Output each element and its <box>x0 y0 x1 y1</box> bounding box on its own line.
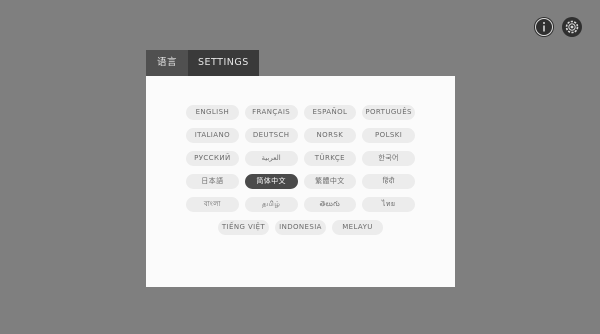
language-option-simplified-chinese[interactable]: 简体中文 <box>244 174 298 189</box>
tab-bar: 语言 SETTINGS <box>146 50 259 76</box>
language-option-arabic[interactable]: العربية <box>244 151 298 166</box>
language-row: 日本語 简体中文 繁體中文 हिंदी <box>186 174 415 189</box>
language-option-tamil[interactable]: தமிழ் <box>244 197 298 212</box>
top-right-controls <box>534 17 582 37</box>
language-option-turkish[interactable]: TÜRKÇE <box>303 151 357 166</box>
language-option-russian[interactable]: РУССКИЙ <box>186 151 239 166</box>
language-row: ENGLISH FRANÇAIS ESPAÑOL PORTUGUÊS <box>186 105 415 120</box>
language-option-malay[interactable]: MELAYU <box>332 220 383 235</box>
language-option-portuguese[interactable]: PORTUGUÊS <box>362 105 415 120</box>
language-option-korean[interactable]: 한국어 <box>362 151 415 166</box>
language-option-italian[interactable]: ITALIANO <box>186 128 239 143</box>
language-panel: ENGLISH FRANÇAIS ESPAÑOL PORTUGUÊS ITALI… <box>146 76 455 287</box>
language-option-bengali[interactable]: বাংলা <box>186 197 239 212</box>
language-grid: ENGLISH FRANÇAIS ESPAÑOL PORTUGUÊS ITALI… <box>186 105 415 243</box>
language-row: РУССКИЙ العربية TÜRKÇE 한국어 <box>186 151 415 166</box>
language-row: TIẾNG VIỆT INDONESIA MELAYU <box>186 220 415 235</box>
language-option-japanese[interactable]: 日本語 <box>186 174 239 189</box>
language-option-hindi[interactable]: हिंदी <box>362 174 415 189</box>
language-option-telugu[interactable]: తెలుగు <box>303 197 357 212</box>
language-option-indonesian[interactable]: INDONESIA <box>275 220 326 235</box>
language-row: বাংলা தமிழ் తెలుగు ไทย <box>186 197 415 212</box>
tab-settings[interactable]: SETTINGS <box>188 50 259 76</box>
language-option-english[interactable]: ENGLISH <box>186 105 239 120</box>
language-option-traditional-chinese[interactable]: 繁體中文 <box>303 174 357 189</box>
language-option-german[interactable]: DEUTSCH <box>244 128 298 143</box>
gear-icon <box>562 17 582 37</box>
settings-button[interactable] <box>562 17 582 37</box>
language-option-vietnamese[interactable]: TIẾNG VIỆT <box>218 220 269 235</box>
info-icon <box>534 17 554 37</box>
tab-language[interactable]: 语言 <box>146 50 188 76</box>
info-button[interactable] <box>534 17 554 37</box>
language-option-spanish[interactable]: ESPAÑOL <box>303 105 357 120</box>
language-row: ITALIANO DEUTSCH NORSK POLSKI <box>186 128 415 143</box>
language-option-thai[interactable]: ไทย <box>362 197 415 212</box>
language-option-french[interactable]: FRANÇAIS <box>244 105 298 120</box>
language-option-norwegian[interactable]: NORSK <box>303 128 357 143</box>
language-option-polish[interactable]: POLSKI <box>362 128 415 143</box>
